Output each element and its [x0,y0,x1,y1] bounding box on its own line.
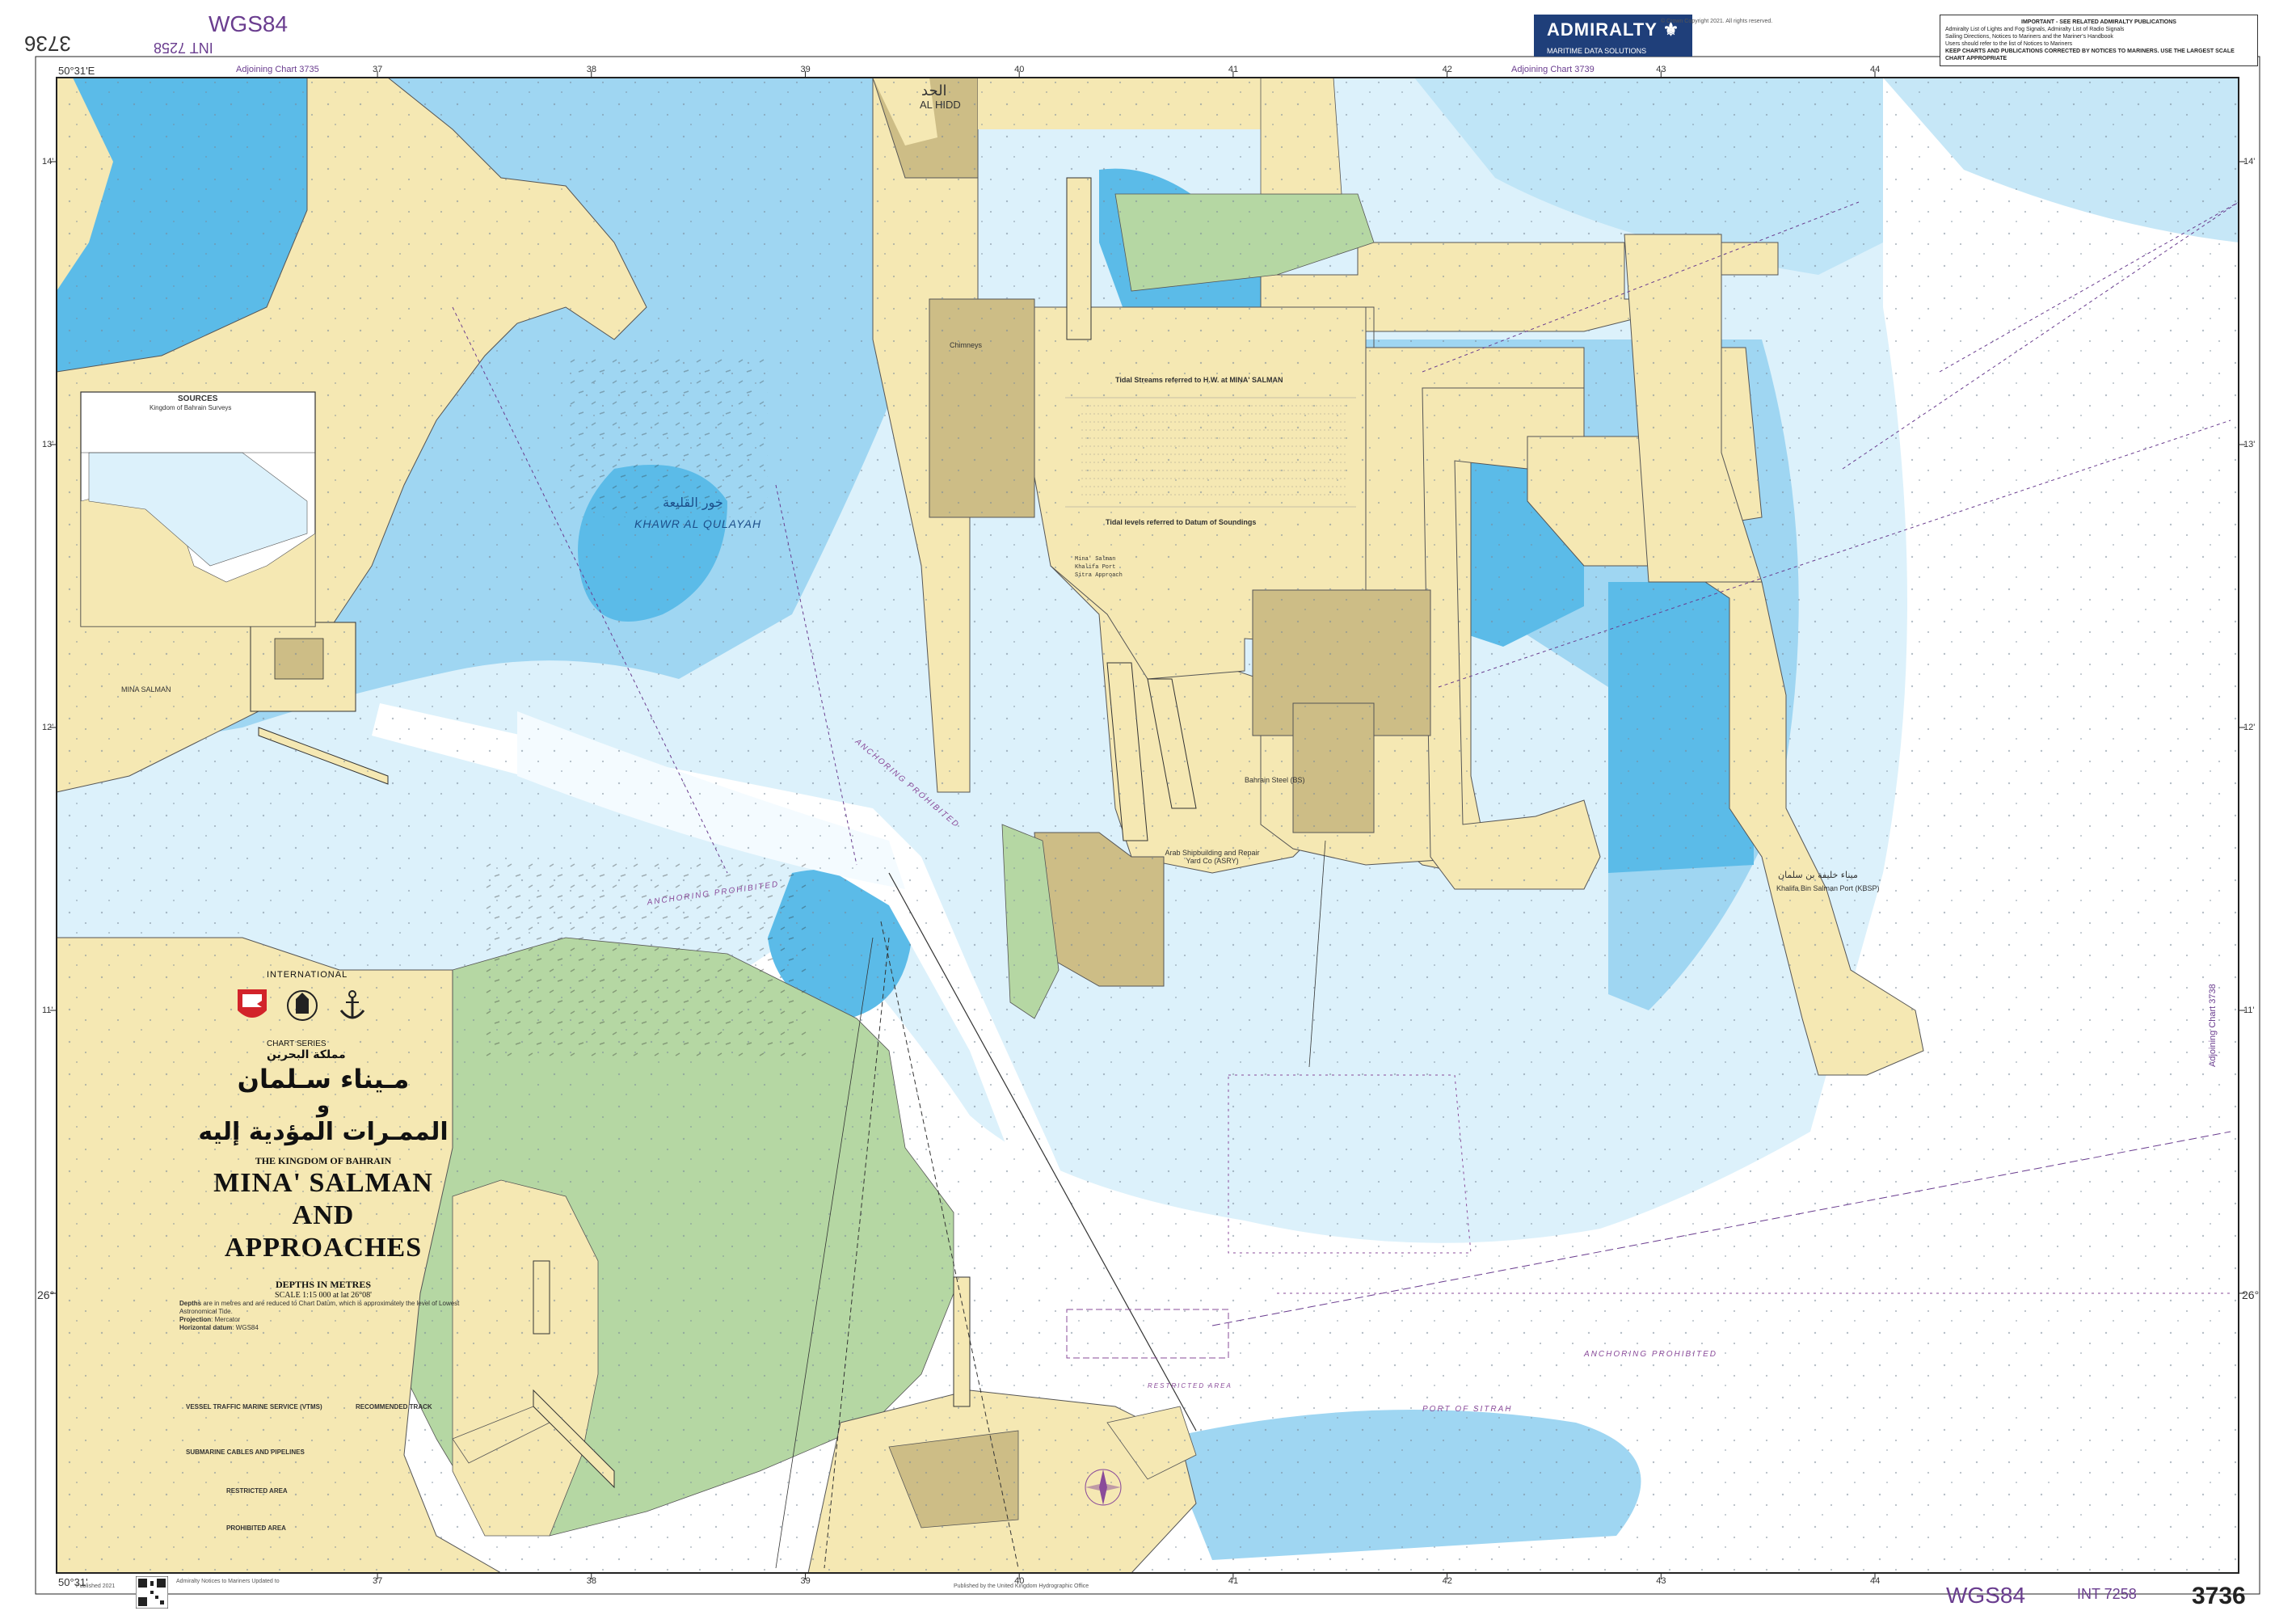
title-kingdom-ar: مملكة البحرين [267,1048,346,1061]
place-chimneys: Chimneys [950,341,983,349]
latitude-tick-label: 12' [42,723,54,732]
place-khawr: KHAWR AL QULAYAH [634,517,762,530]
tidal-levels-title: Tidal levels referred to Datum of Soundi… [1106,518,1257,526]
longitude-tick-label: 42 [1442,65,1452,74]
notes-restricted-title: RESTRICTED AREA [226,1487,288,1495]
place-asry: Arab Shipbuilding and Repair Yard Co (AS… [1165,849,1260,865]
footer-left-note: Admiralty Notices to Mariners Updated to [176,1579,280,1584]
title-block: INTERNATIONAL CHART SERIES مملكة البحرين… [162,970,485,1300]
latitude-tick-label: 11' [2243,1006,2255,1015]
latitude-tick-label: 13' [42,440,54,449]
int-number-top: INT 7258 [154,40,213,56]
lat-26-right: 26° [2242,1288,2260,1301]
int-number-bottom: INT 7258 [2077,1586,2137,1602]
title-crests [162,986,485,1025]
notes-prohibited-title: PROHIBITED AREA [226,1524,286,1532]
notes-vts-title: VESSEL TRAFFIC MARINE SERVICE (VTMS) [186,1403,322,1410]
footer-edition: Published 2021 [76,1583,116,1589]
longitude-tick-label: 38 [586,1576,596,1586]
latitude-tick-label: 11' [42,1006,53,1015]
admiralty-sub: MARITIME DATA SOLUTIONS [1534,45,1693,57]
sources-title: SOURCES [178,394,218,403]
longitude-tick-label: 43 [1656,65,1666,74]
title-depths: DEPTHS IN METRES [275,1279,372,1290]
place-khalifa-port: Khalifa Bin Salman Port (KBSP) [1776,884,1880,892]
footer-publisher: Published by the United Kingdom Hydrogra… [954,1583,1089,1589]
place-al-hidd: AL HIDD [920,99,961,111]
title-scale: SCALE 1:15 000 at lat 26°08' [275,1291,372,1300]
notes-cables-title: SUBMARINE CABLES AND PIPELINES [186,1448,305,1456]
copyright-block: © Crown Copyright 2021. All rights reser… [1661,19,1773,24]
longitude-tick-label: 41 [1228,1576,1239,1586]
label-port-of-sitrah: PORT OF SITRAH [1422,1405,1513,1414]
place-bahrain-steel: Bahrain Steel (BS) [1245,776,1305,784]
admiralty-logo-text: ADMIRALTY [1547,19,1658,40]
adjoining-chart-right[interactable]: Adjoining Chart 3738 [2208,984,2218,1067]
datum-bottom: WGS84 [1946,1583,2026,1608]
tidal-levels-row-3: Sitra Approach [1075,572,1123,579]
place-al-hidd-ar: الحد [921,82,947,99]
important-notice: IMPORTANT - SEE RELATED ADMIRALTY PUBLIC… [1940,15,2258,66]
longitude-tick-label: 37 [373,65,383,74]
longitude-tick-label: 41 [1228,65,1239,74]
longitude-tick-label: 44 [1870,1576,1881,1586]
longitude-tick-label: 39 [800,65,811,74]
longitude-tick-label: 43 [1656,1576,1666,1586]
label-anchoring-prohibited-3: ANCHORING PROHIBITED [1584,1350,1718,1359]
compass-rose-icon [1085,1469,1122,1506]
title-line1: MINA' SALMAN [213,1168,433,1198]
chart-notes: Depths are in metres and are reduced to … [179,1300,460,1331]
tidal-levels-row-2: Khalifa Port [1075,564,1116,571]
adjoining-chart-top[interactable]: Adjoining Chart 3739 [1511,65,1595,74]
lon-origin-label: 50°31'E [58,65,95,77]
lat-26-left: 26° [37,1288,55,1301]
longitude-tick-label: 42 [1442,1576,1452,1586]
nautical-chart [35,56,2260,1595]
title-line3: APPROACHES [224,1233,423,1263]
sources-sub: Kingdom of Bahrain Surveys [150,404,232,411]
tidal-streams-grid [1065,397,1356,508]
longitude-tick-label: 39 [800,1576,811,1586]
title-line2: AND [292,1200,355,1230]
anchor-crest-icon [339,990,365,1019]
place-mina-salman: MINA SALMAN [121,685,171,694]
bahrain-crest-icon [238,989,267,1018]
title-arabic-and: و [316,1094,331,1118]
longitude-tick-label: 38 [586,65,596,74]
latitude-tick-label: 14' [2243,157,2256,167]
obstruction-marks-2 [566,356,768,517]
royal-crest-icon [287,990,318,1021]
latitude-tick-label: 12' [2243,723,2256,732]
label-restricted-area: RESTRICTED AREA [1148,1382,1232,1389]
title-arabic-line2: الممـرات المؤدية إليه [198,1118,449,1146]
tidal-streams-title: Tidal Streams referred to H.W. at MINA' … [1115,376,1283,384]
chart-number: 3736 [2192,1583,2246,1609]
longitude-tick-label: 44 [1870,65,1881,74]
notes-recommended-title: RECOMMENDED TRACK [356,1403,432,1410]
latitude-tick-label: 14' [42,157,54,167]
longitude-tick-label: 37 [373,1576,383,1586]
qr-code-icon [136,1576,168,1609]
place-khalifa-port-ar: ميناء خليفة بن سلمان [1778,870,1858,880]
title-arabic-line1: مـيناء سـلمان [237,1064,410,1094]
chart-number-rotated: 3736 [24,32,71,56]
latitude-tick-label: 13' [2243,440,2256,449]
place-khawr-ar: خور القليعة [663,495,723,510]
soundings-overlay [57,78,2239,1573]
adjoining-chart-left[interactable]: Adjoining Chart 3735 [236,65,319,74]
title-kingdom: THE KINGDOM OF BAHRAIN [255,1155,392,1166]
title-chart-series: CHART SERIES [267,1039,326,1048]
datum-top: WGS84 [209,11,289,36]
longitude-tick-label: 40 [1014,65,1025,74]
title-international: INTERNATIONAL [267,970,348,980]
tidal-levels-row-1: Mina' Salman [1075,556,1116,563]
